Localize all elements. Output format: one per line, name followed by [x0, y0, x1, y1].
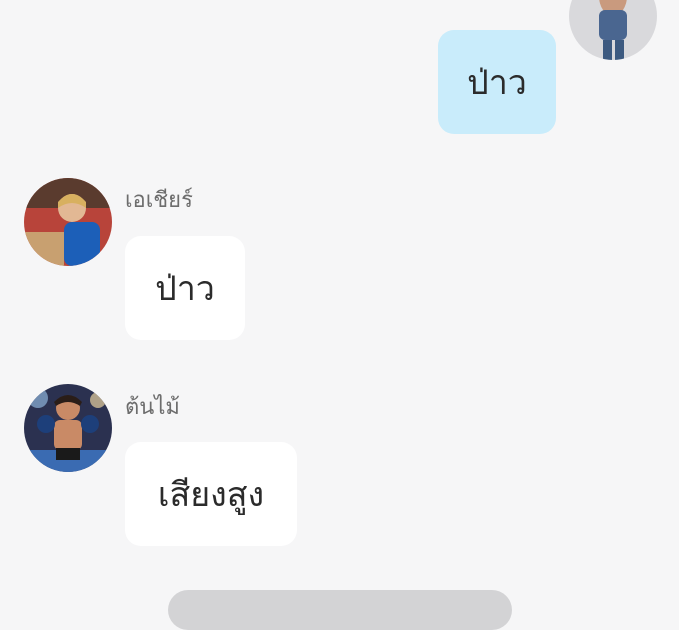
message-text: ป่าว	[467, 63, 527, 103]
sender-avatar[interactable]	[24, 178, 112, 266]
message-input-bar[interactable]	[168, 590, 512, 630]
sender-name: ต้นไม้	[125, 395, 180, 420]
self-avatar[interactable]	[569, 0, 657, 60]
message-text: เสียงสูง	[157, 475, 265, 515]
sender-name: เอเชียร์	[125, 188, 193, 213]
sender-avatar[interactable]	[24, 384, 112, 472]
message-bubble-self[interactable]: ป่าว	[438, 30, 556, 134]
message-bubble[interactable]: ป่าว	[125, 236, 245, 340]
message-text: ป่าว	[155, 269, 215, 309]
message-bubble[interactable]: เสียงสูง	[125, 442, 297, 546]
